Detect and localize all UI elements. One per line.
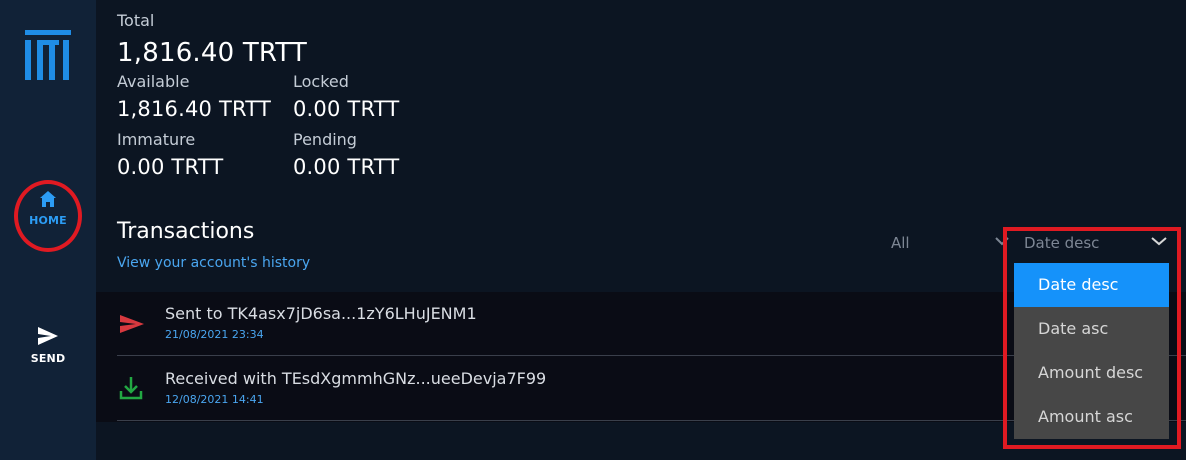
transaction-description: Sent to TK4asx7jD6sa...1zY6LHuJENM1 [165,304,477,323]
transactions-title: Transactions [117,219,255,244]
nav-home[interactable]: HOME [0,190,96,227]
total-label: Total [117,11,155,30]
pending-label: Pending [293,130,357,149]
available-label: Available [117,72,190,91]
nav-send-label: SEND [30,352,66,365]
transaction-date: 21/08/2021 23:34 [165,328,264,341]
download-icon [119,377,143,400]
transaction-description: Received with TEsdXgmmhGNz...ueeDevja7F9… [165,369,547,388]
nav-send[interactable]: SEND [0,326,96,365]
nav-home-label: HOME [29,214,67,227]
filter-value: All [891,234,910,252]
locked-label: Locked [293,72,349,91]
sent-arrow-icon [120,315,144,333]
home-icon [40,191,56,207]
locked-value: 0.00 TRTT [293,97,400,121]
total-value: 1,816.40 TRTT [117,38,308,68]
sort-highlight-box [1003,227,1181,449]
transactions-history-link[interactable]: View your account's history [117,255,310,271]
immature-label: Immature [117,130,196,149]
app-logo [25,30,71,80]
immature-value: 0.00 TRTT [117,155,224,179]
pending-value: 0.00 TRTT [293,155,400,179]
transaction-date: 12/08/2021 14:41 [165,393,264,406]
sidebar: HOME SEND [0,0,96,460]
send-icon [38,327,58,345]
available-value: 1,816.40 TRTT [117,97,271,121]
transaction-filter-select[interactable]: All [891,234,1009,254]
